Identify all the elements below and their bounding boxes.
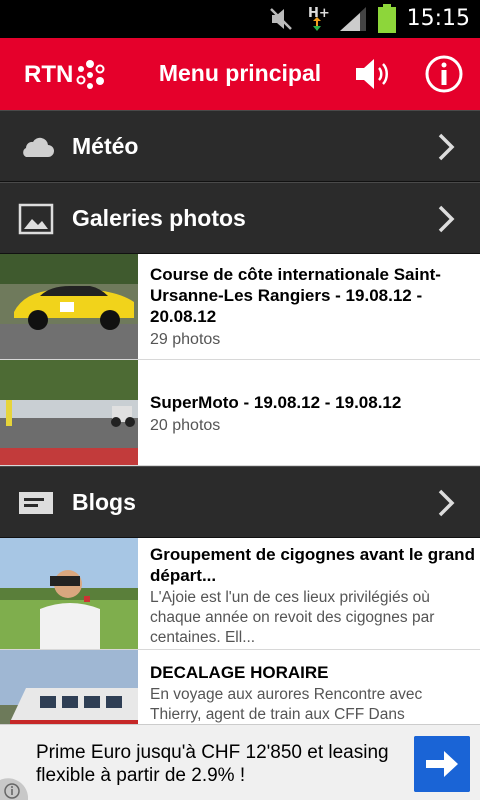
clock: 15:15	[406, 6, 470, 31]
mute-icon	[270, 8, 292, 30]
cloud-icon	[23, 137, 54, 157]
network-activity-icon: H+	[308, 6, 330, 31]
blog-excerpt: L'Ajoie est l'un de ces lieux privilégié…	[150, 589, 435, 646]
battery-icon	[378, 4, 396, 33]
blog-thumbnail-birdwatcher	[0, 538, 138, 649]
chevron-right-icon	[438, 205, 455, 233]
ad-text: Prime Euro jusqu'à CHF 12'850 et leasing…	[36, 742, 389, 786]
blog-icon	[19, 492, 53, 514]
signal-icon	[340, 7, 366, 31]
ad-arrow-button[interactable]	[414, 736, 470, 792]
gallery-thumbnail-rally-car	[0, 254, 138, 359]
section-meteo[interactable]: Météo	[0, 110, 480, 182]
section-blogs[interactable]: Blogs	[0, 466, 480, 538]
gallery-list-item[interactable]: Course de côte internationale Saint-Ursa…	[0, 254, 480, 360]
section-galeries-photos[interactable]: Galeries photos	[0, 182, 480, 254]
page-title: Menu principal	[158, 60, 322, 86]
main-list[interactable]: Météo Galeries photos Course de côte int…	[0, 110, 480, 724]
gallery-title: SuperMoto - 19.08.12 - 19.08.12	[150, 393, 402, 412]
section-label: Blogs	[72, 489, 136, 515]
blog-list-item[interactable]: Groupement de cigognes avant le grand dé…	[0, 538, 480, 650]
ad-info-icon[interactable]	[0, 774, 28, 800]
image-icon	[18, 203, 54, 235]
blog-thumbnail-train	[0, 650, 138, 724]
gallery-list-item[interactable]: SuperMoto - 19.08.12 - 19.08.12 20 photo…	[0, 360, 480, 466]
section-label: Météo	[72, 133, 139, 159]
network-type-label: H+	[308, 6, 330, 21]
blog-title: Groupement de cigognes avant le grand dé…	[150, 545, 475, 585]
chevron-right-icon	[438, 489, 455, 517]
app-header: RTN Menu principal	[0, 38, 480, 110]
section-label: Galeries photos	[72, 205, 246, 231]
blog-list-item[interactable]: DECALAGE HORAIRE En voyage aux aurores R…	[0, 650, 480, 724]
speaker-icon[interactable]	[352, 54, 392, 94]
blog-excerpt: En voyage aux aurores Rencontre avec Thi…	[150, 686, 423, 723]
gallery-photo-count: 29 photos	[150, 331, 221, 348]
status-bar: H+ 15:15	[0, 0, 480, 38]
chevron-right-icon	[438, 133, 455, 161]
gallery-title: Course de côte internationale Saint-Ursa…	[150, 265, 441, 326]
info-icon[interactable]	[424, 54, 464, 94]
gallery-photo-count: 20 photos	[150, 417, 221, 434]
ad-banner[interactable]: Prime Euro jusqu'à CHF 12'850 et leasing…	[0, 724, 480, 800]
blog-title: DECALAGE HORAIRE	[150, 663, 329, 682]
gallery-thumbnail-supermoto	[0, 360, 138, 465]
